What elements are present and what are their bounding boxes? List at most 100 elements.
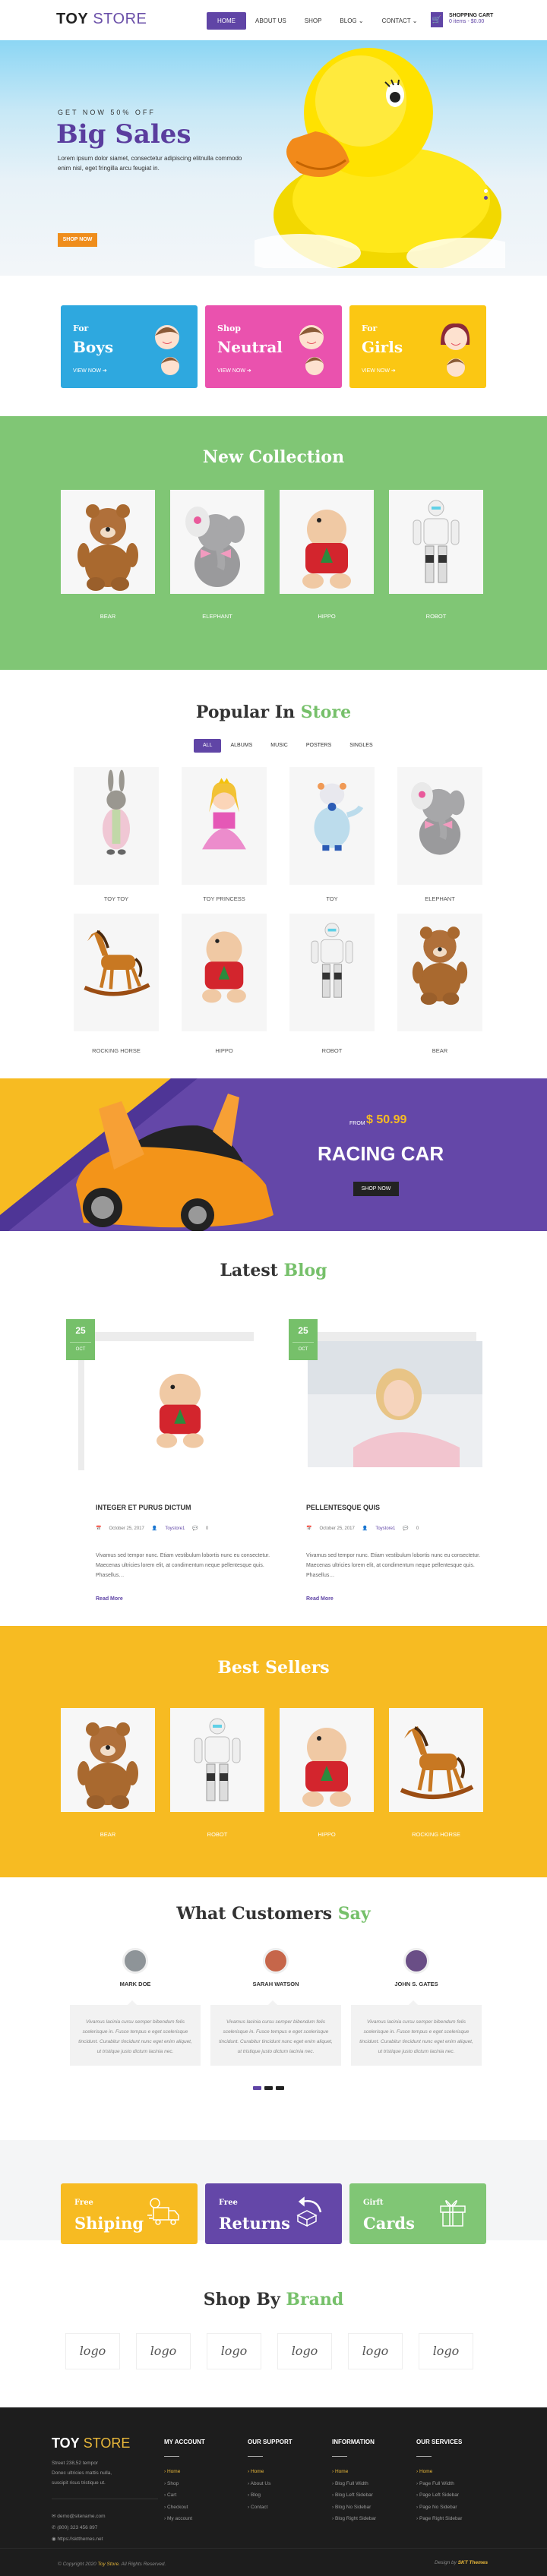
product-label[interactable]: TOY (289, 895, 375, 902)
shopping-cart[interactable]: 🛒 SHOPPING CART 0 items - $0.00 (431, 12, 493, 27)
feature-free-returns[interactable]: Free Returns (205, 2183, 342, 2244)
product-card[interactable] (74, 914, 159, 1031)
footer-link[interactable]: › Blog Right Sidebar (332, 2513, 376, 2525)
footer-link[interactable]: › Contact (248, 2502, 292, 2514)
nav-contact[interactable]: CONTACT ⌄ (373, 12, 427, 30)
view-now-link[interactable]: VIEW NOW ➔ (362, 368, 396, 374)
design-brand[interactable]: SKT Themes (458, 2560, 488, 2565)
nav-blog[interactable]: BLOG ⌄ (330, 12, 372, 30)
footer-link[interactable]: › Blog No Sidebar (332, 2502, 376, 2514)
brand-logo[interactable]: logo (277, 2333, 332, 2369)
product-card[interactable] (61, 490, 155, 594)
page-dot-1[interactable] (253, 2086, 261, 2090)
footer-link[interactable]: › Home (164, 2466, 205, 2478)
tab-all[interactable]: ALL (194, 739, 222, 753)
post-title[interactable]: INTEGER ET PURUS DICTUM (96, 1504, 191, 1511)
post-author[interactable]: Toystore1 (375, 1526, 395, 1531)
tab-music[interactable]: MUSIC (261, 739, 297, 753)
footer-link[interactable]: › Home (248, 2466, 292, 2478)
footer-link[interactable]: › Page No Sidebar (416, 2502, 462, 2514)
product-card[interactable] (182, 767, 267, 885)
site-logo[interactable]: TOY STORE (56, 11, 147, 28)
copyright-brand[interactable]: Toy Store. (98, 2562, 120, 2567)
nav-home[interactable]: HOME (207, 12, 246, 30)
slider-dot-1[interactable] (484, 189, 488, 193)
nav-shop[interactable]: SHOP (296, 12, 331, 30)
product-label[interactable]: BEAR (61, 613, 155, 620)
category-boys[interactable]: For Boys VIEW NOW ➔ (61, 305, 198, 388)
product-card[interactable] (182, 914, 267, 1031)
blog-post-image[interactable] (134, 1350, 226, 1463)
post-author[interactable]: Toystore1 (165, 1526, 185, 1531)
product-label[interactable]: ROBOT (289, 1047, 375, 1054)
post-title[interactable]: PELLENTESQUE QUIS (306, 1504, 380, 1511)
product-label[interactable]: ROBOT (170, 1831, 264, 1838)
read-more-link[interactable]: Read More (306, 1596, 334, 1602)
product-label[interactable]: HIPPO (182, 1047, 267, 1054)
tab-posters[interactable]: POSTERS (297, 739, 340, 753)
footer-link[interactable]: › Page Full Width (416, 2478, 462, 2490)
product-label[interactable]: ROBOT (389, 613, 483, 620)
footer-logo[interactable]: TOY STORE (52, 2436, 130, 2451)
blog-post-image[interactable] (308, 1341, 482, 1467)
brand-logo[interactable]: logo (136, 2333, 191, 2369)
feature-gift-cards[interactable]: Girft Cards (349, 2183, 486, 2244)
product-label[interactable]: ROCKING HORSE (389, 1831, 483, 1838)
product-card[interactable] (289, 914, 375, 1031)
footer-link-label: Page No Sidebar (419, 2504, 457, 2510)
product-card[interactable] (280, 490, 374, 594)
product-card[interactable] (389, 1708, 483, 1812)
footer-link[interactable]: › Page Right Sidebar (416, 2513, 462, 2525)
product-card[interactable] (74, 767, 159, 885)
brand-logo[interactable]: logo (348, 2333, 403, 2369)
product-card[interactable] (61, 1708, 155, 1812)
footer-website[interactable]: https://sktthemes.net (57, 2537, 103, 2542)
brand-logo[interactable]: logo (207, 2333, 261, 2369)
product-label[interactable]: ROCKING HORSE (74, 1047, 159, 1054)
slider-dot-2[interactable] (484, 196, 488, 200)
nav-about-us[interactable]: ABOUT US (246, 12, 296, 30)
hero-shop-now-button[interactable]: SHOP NOW (58, 233, 97, 247)
product-card[interactable] (280, 1708, 374, 1812)
footer-link[interactable]: › Blog Left Sidebar (332, 2489, 376, 2502)
promo-shop-now-button[interactable]: SHOP NOW (353, 1182, 399, 1196)
page-dot-2[interactable] (264, 2086, 273, 2090)
footer-link[interactable]: › Home (416, 2466, 462, 2478)
footer-link[interactable]: › Blog Full Width (332, 2478, 376, 2490)
read-more-link[interactable]: Read More (96, 1596, 123, 1602)
footer-phone[interactable]: (800) 323 456 897 (57, 2525, 97, 2530)
product-label[interactable]: ELEPHANT (170, 613, 264, 620)
footer-link[interactable]: › About Us (248, 2478, 292, 2490)
product-card[interactable] (289, 767, 375, 885)
product-card[interactable] (170, 490, 264, 594)
tab-albums[interactable]: ALBUMS (221, 739, 261, 753)
category-girls[interactable]: For Girls VIEW NOW ➔ (349, 305, 486, 388)
footer-link[interactable]: › Cart (164, 2489, 205, 2502)
tab-singles[interactable]: SINGLES (340, 739, 381, 753)
product-label[interactable]: TOY TOY (74, 895, 159, 902)
category-neutral[interactable]: Shop Neutral VIEW NOW ➔ (205, 305, 342, 388)
product-label[interactable]: HIPPO (280, 613, 374, 620)
product-label[interactable]: ELEPHANT (397, 895, 482, 902)
footer-link[interactable]: › Home (332, 2466, 376, 2478)
product-label[interactable]: HIPPO (280, 1831, 374, 1838)
view-now-link[interactable]: VIEW NOW ➔ (73, 368, 107, 374)
footer-link[interactable]: › Shop (164, 2478, 205, 2490)
footer-email[interactable]: demo@sitename.com (57, 2514, 105, 2519)
footer-link[interactable]: › Page Left Sidebar (416, 2489, 462, 2502)
product-card[interactable] (397, 914, 482, 1031)
page-dot-3[interactable] (276, 2086, 284, 2090)
product-card[interactable] (170, 1708, 264, 1812)
footer-link[interactable]: › Checkout (164, 2502, 205, 2514)
product-label[interactable]: BEAR (61, 1831, 155, 1838)
brand-logo[interactable]: logo (65, 2333, 120, 2369)
brand-logo[interactable]: logo (419, 2333, 473, 2369)
product-label[interactable]: BEAR (397, 1047, 482, 1054)
footer-link[interactable]: › Blog (248, 2489, 292, 2502)
view-now-link[interactable]: VIEW NOW ➔ (217, 368, 251, 374)
product-card[interactable] (397, 767, 482, 885)
footer-link[interactable]: › My account (164, 2513, 205, 2525)
product-label[interactable]: TOY PRINCESS (182, 895, 267, 902)
feature-free-shipping[interactable]: Free Shiping (61, 2183, 198, 2244)
product-card[interactable] (389, 490, 483, 594)
